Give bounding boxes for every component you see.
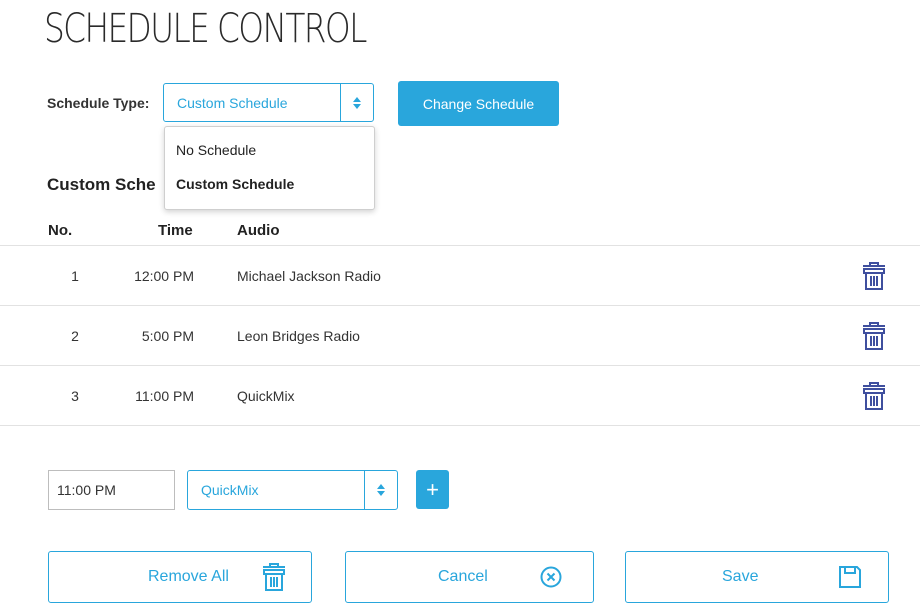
header-time: Time	[158, 222, 193, 239]
schedule-type-dropdown: No Schedule Custom Schedule	[164, 126, 375, 210]
cancel-label: Cancel	[438, 568, 488, 585]
floppy-disk-icon	[838, 552, 862, 602]
trash-icon[interactable]	[860, 246, 888, 305]
audio-select-value: QuickMix	[201, 482, 259, 498]
row-audio: Leon Bridges Radio	[237, 327, 360, 344]
trash-icon[interactable]	[860, 306, 888, 365]
dropdown-option-no-schedule[interactable]: No Schedule	[176, 142, 256, 158]
save-label: Save	[722, 568, 759, 585]
cancel-button[interactable]: Cancel	[345, 551, 594, 603]
header-audio: Audio	[237, 222, 280, 239]
row-audio: Michael Jackson Radio	[237, 267, 381, 284]
row-time: 5:00 PM	[141, 327, 194, 344]
row-number: 3	[71, 387, 79, 404]
table-row: 1 12:00 PM Michael Jackson Radio	[0, 246, 920, 305]
table-row: 3 11:00 PM QuickMix	[0, 366, 920, 425]
trash-icon	[262, 552, 286, 602]
schedule-type-select[interactable]: Custom Schedule	[163, 83, 374, 122]
page-title: SCHEDULE CONTROL	[44, 6, 367, 52]
select-arrows-icon	[340, 84, 373, 121]
schedule-type-value: Custom Schedule	[177, 94, 288, 111]
circle-x-icon	[540, 552, 562, 602]
row-number: 2	[71, 327, 79, 344]
trash-icon[interactable]	[860, 366, 888, 425]
row-time: 12:00 PM	[134, 267, 194, 284]
table-row: 2 5:00 PM Leon Bridges Radio	[0, 306, 920, 365]
section-title: Custom Sche	[47, 175, 156, 194]
remove-all-label: Remove All	[148, 568, 229, 585]
row-audio: QuickMix	[237, 387, 295, 404]
schedule-type-label: Schedule Type:	[47, 95, 150, 111]
audio-select[interactable]: QuickMix	[187, 470, 398, 510]
divider	[0, 425, 920, 426]
change-schedule-button[interactable]: Change Schedule	[398, 81, 559, 126]
time-input[interactable]: 11:00 PM	[48, 470, 175, 510]
row-number: 1	[71, 267, 79, 284]
add-entry-button[interactable]: +	[416, 470, 449, 509]
save-button[interactable]: Save	[625, 551, 889, 603]
select-arrows-icon	[364, 471, 397, 509]
remove-all-button[interactable]: Remove All	[48, 551, 312, 603]
header-no: No.	[48, 222, 73, 239]
dropdown-option-custom-schedule[interactable]: Custom Schedule	[176, 176, 294, 192]
row-time: 11:00 PM	[135, 387, 194, 404]
